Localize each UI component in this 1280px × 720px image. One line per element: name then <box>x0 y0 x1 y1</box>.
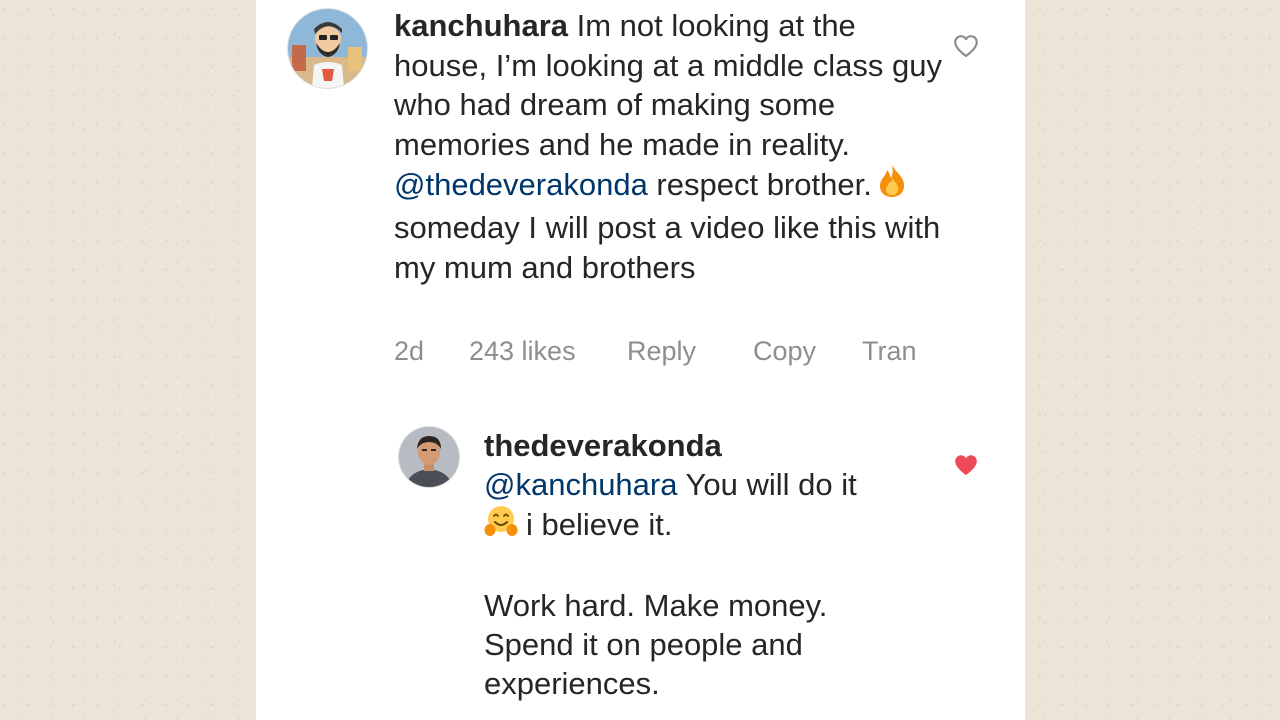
reply-body: thedeverakonda @kanchuhara You will do i… <box>484 426 934 703</box>
heart-filled-shape <box>955 455 977 475</box>
reply-line-2: i believe it. <box>484 504 934 547</box>
commenter-avatar[interactable] <box>288 9 367 88</box>
commenter-username[interactable]: kanchuhara <box>394 8 568 43</box>
hugging-face-emoji-icon <box>484 504 518 547</box>
reply-text-line1: You will do it <box>677 467 857 502</box>
translate-button[interactable]: Tran <box>862 336 917 367</box>
heart-outline-icon[interactable] <box>953 34 979 58</box>
reply-text-line4: Spend it on people and <box>484 627 803 662</box>
heart-filled-icon[interactable] <box>953 453 979 477</box>
comments-panel: kanchuhara Im not looking at the house, … <box>256 0 1025 720</box>
reply-mention-link[interactable]: @kanchuhara <box>484 467 677 502</box>
comment-body: kanchuhara Im not looking at the house, … <box>394 6 954 287</box>
comment-likes-count[interactable]: 243 likes <box>469 336 576 367</box>
reply-avatar[interactable] <box>399 427 459 487</box>
reply-username[interactable]: thedeverakonda <box>484 426 934 465</box>
reply-text-line2: i believe it. <box>526 507 673 542</box>
reply-text-line5: experiences. <box>484 666 660 701</box>
comment-mention-link[interactable]: @thedeverakonda <box>394 167 648 202</box>
illustrated-person-icon <box>288 9 367 88</box>
comment-text-part2: respect brother. <box>647 167 872 203</box>
copy-button[interactable]: Copy <box>753 336 816 367</box>
fire-emoji-icon <box>876 164 908 208</box>
comment-time: 2d <box>394 336 425 366</box>
reply-line-1: @kanchuhara You will do it <box>484 465 934 504</box>
comment-text-part3: someday I will post a video like this wi… <box>394 209 941 285</box>
reply-text-line3: Work hard. Make money. <box>484 588 828 623</box>
reply-paragraph-gap <box>484 547 934 586</box>
reply-button[interactable]: Reply <box>627 336 696 367</box>
profile-photo-icon <box>399 427 459 487</box>
